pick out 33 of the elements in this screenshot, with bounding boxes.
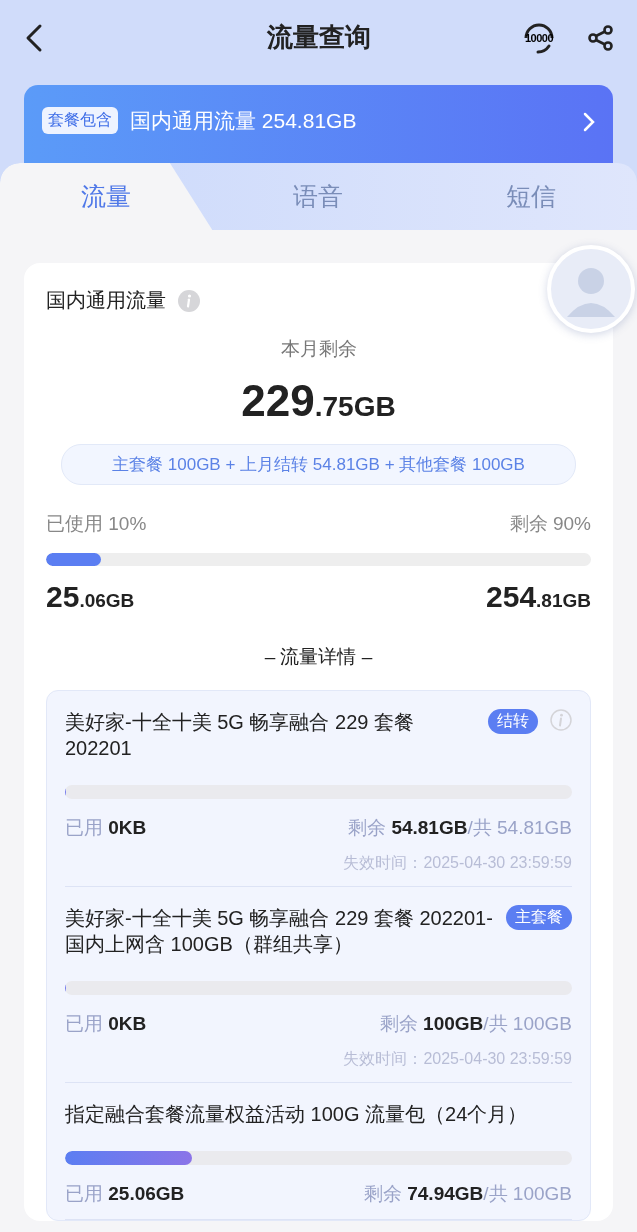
page-title: 流量查询 — [265, 21, 372, 54]
plan-used: 已用 25.06GB — [65, 1182, 185, 1206]
plan-used: 已用 0KB — [65, 816, 147, 840]
chevron-right-icon — [583, 112, 595, 132]
plan-expiry: 失效时间：2025-04-30 23:59:59 — [342, 1049, 572, 1069]
info-icon[interactable] — [550, 709, 572, 731]
tab[interactable]: 语音 — [212, 163, 425, 230]
card-title: 国内通用流量 — [46, 288, 166, 313]
plan-title: 指定融合套餐流量权益活动 100G 流量包（24个月） — [65, 1102, 528, 1127]
plan-tag: 主套餐 — [506, 905, 572, 930]
plan-remaining: 剩余 74.94GB/共 100GB — [363, 1182, 572, 1206]
section-heading: – 流量详情 – — [263, 645, 374, 669]
plan-title: 美好家-十全十美 5G 畅享融合 229 套餐 202201-国内上网含 100GB（群组共享） — [65, 906, 494, 957]
plan-title: 美好家-十全十美 5G 畅享融合 229 套餐 202201 — [65, 710, 415, 761]
plan-tag: 结转 — [488, 709, 538, 734]
remaining-label: 本月剩余 — [279, 337, 358, 361]
info-icon[interactable] — [178, 289, 200, 312]
plan-remaining: 剩余 54.81GB/共 54.81GB — [348, 816, 572, 840]
remaining-percent: 剩余 90% — [509, 512, 591, 536]
used-amount: 25.06GB — [46, 580, 135, 614]
plan-used: 已用 0KB — [65, 1012, 147, 1036]
tab[interactable]: 短信 — [424, 163, 637, 230]
banner-tag: 套餐包含 — [42, 107, 118, 134]
banner-text: 国内通用流量 254.81GB — [130, 108, 358, 134]
tab[interactable]: 流量 — [0, 163, 213, 230]
package-banner[interactable]: 套餐包含 国内通用流量 254.81GB — [24, 85, 613, 165]
used-percent: 已使用 10% — [46, 512, 147, 536]
hotline-button[interactable]: 10000 — [519, 17, 559, 58]
breakdown-bubble: 主套餐 100GB + 上月结转 54.81GB + 其他套餐 100GB — [61, 444, 576, 485]
plan-expiry: 失效时间：2025-04-30 23:59:59 — [342, 853, 572, 873]
total-amount: 254.81GB — [486, 580, 591, 614]
plan-remaining: 剩余 100GB/共 100GB — [379, 1012, 572, 1036]
remaining-amount: 229.75GB — [240, 376, 397, 426]
